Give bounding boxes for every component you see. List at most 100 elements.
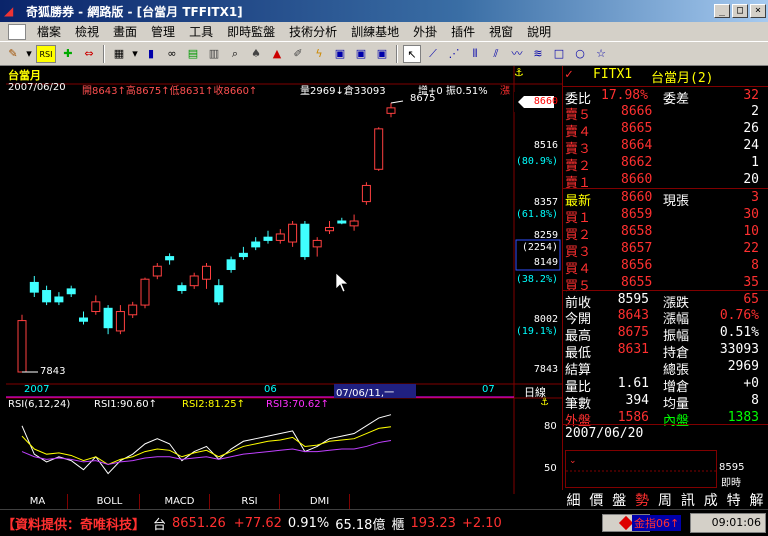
ask-row[interactable]: 賣５ 8666 2 xyxy=(563,103,768,123)
menu-manage[interactable]: 管理 xyxy=(144,23,182,40)
tab-trend[interactable]: 勢 xyxy=(635,490,649,510)
chart-svg[interactable]: 8660 8516 (80.9%) 8357(61.8%) 8259(2254) 8149… xyxy=(6,66,562,494)
tab-news[interactable]: 訊 xyxy=(681,490,695,510)
tab-plate[interactable]: 盤 xyxy=(612,490,626,510)
menu-training[interactable]: 訓練基地 xyxy=(344,23,406,40)
index-name: 台 xyxy=(153,517,167,533)
candle-body xyxy=(140,278,150,306)
level-qty: 22 xyxy=(743,241,759,256)
tab-rsi[interactable]: RSI xyxy=(220,494,280,509)
menu-plugin[interactable]: 外掛 xyxy=(406,23,444,40)
tab-macd[interactable]: MACD xyxy=(150,494,210,509)
window-title: 奇狐勝券 - 網路版 - [台當月 TFFITX1] xyxy=(26,4,243,19)
menu-help[interactable]: 說明 xyxy=(520,23,558,40)
menu-file[interactable]: 檔案 xyxy=(30,23,68,40)
box-icon[interactable]: □ xyxy=(550,45,568,63)
circle-icon[interactable]: ○ xyxy=(571,45,589,63)
tab-detail[interactable]: 細 xyxy=(566,490,580,510)
maximize-button[interactable]: □ xyxy=(732,4,748,18)
stat-value-2: 65 xyxy=(743,292,759,307)
wave2-icon[interactable]: ≋ xyxy=(529,45,547,63)
close-button[interactable]: × xyxy=(750,4,766,18)
pen-icon[interactable]: ✐ xyxy=(289,45,307,63)
menu-screen[interactable]: 畫面 xyxy=(106,23,144,40)
tab-explain[interactable]: 解 xyxy=(749,490,763,510)
ask-row[interactable]: 賣１ 8660 20 xyxy=(563,171,768,191)
menu-technical[interactable]: 技術分析 xyxy=(282,23,344,40)
bid-row[interactable]: 買４ 8656 8 xyxy=(563,257,768,277)
ask-row[interactable]: 賣３ 8664 24 xyxy=(563,137,768,157)
bid-row[interactable]: 買２ 8658 10 xyxy=(563,223,768,243)
bid-row[interactable]: 買３ 8657 22 xyxy=(563,240,768,260)
fan-icon[interactable]: ⋰ xyxy=(445,45,463,63)
bid-row[interactable]: 買１ 8659 30 xyxy=(563,206,768,226)
quote-date: 2007/06/20 xyxy=(565,426,644,441)
link-icon[interactable]: ∞ xyxy=(163,45,181,63)
search-icon[interactable]: ⌕ xyxy=(226,45,244,63)
candle-body xyxy=(214,285,224,303)
candle-body xyxy=(42,290,52,303)
rsi-button[interactable]: RSI xyxy=(36,44,56,63)
cursor-icon[interactable]: ↖ xyxy=(403,44,421,63)
mouse-cursor-icon xyxy=(335,272,349,293)
mini-chart-svg: ⌄ xyxy=(566,456,718,472)
menu-addon[interactable]: 插件 xyxy=(444,23,482,40)
window3-icon[interactable]: ▣ xyxy=(373,45,391,63)
wrench-icon[interactable]: ✎ xyxy=(4,45,22,63)
document-icon[interactable] xyxy=(8,23,26,40)
line-icon[interactable]: ⟋ xyxy=(424,45,442,63)
tab-dmi[interactable]: DMI xyxy=(290,494,350,509)
candlestick-series xyxy=(17,100,404,373)
rsi1-value: RSI1:90.60↑ xyxy=(94,399,157,410)
stat-value-2: 8 xyxy=(751,393,759,408)
minimize-button[interactable]: _ xyxy=(714,4,730,18)
book-icon[interactable]: ▥ xyxy=(205,45,223,63)
bid-row[interactable]: 買５ 8655 35 xyxy=(563,274,768,294)
menu-monitor[interactable]: 即時監盤 xyxy=(220,23,282,40)
tab-week[interactable]: 周 xyxy=(658,490,672,510)
window2-icon[interactable]: ▣ xyxy=(352,45,370,63)
tab-price[interactable]: 價 xyxy=(589,490,603,510)
star-icon[interactable]: ☆ xyxy=(592,45,610,63)
menu-view[interactable]: 檢視 xyxy=(68,23,106,40)
candle-body xyxy=(177,285,187,292)
menu-window[interactable]: 視窗 xyxy=(482,23,520,40)
parallel-icon[interactable]: ⫽ xyxy=(487,45,505,63)
candle-body xyxy=(300,223,310,258)
stat-value: 8643 xyxy=(617,308,649,323)
cross-icon[interactable]: ✚ xyxy=(59,45,77,63)
alarm-icon[interactable]: ▲ xyxy=(268,45,286,63)
tab-trade[interactable]: 成 xyxy=(704,490,718,510)
tab-special[interactable]: 特 xyxy=(727,490,741,510)
lines-icon[interactable]: ⦀ xyxy=(466,45,484,63)
hat-icon[interactable]: ♠ xyxy=(247,45,265,63)
dropdown-icon-2[interactable]: ▾ xyxy=(131,45,139,63)
bar-icon[interactable]: ▮ xyxy=(142,45,160,63)
bid-ratio-value: 17.98% xyxy=(601,88,648,103)
price-scale-label: 8357 xyxy=(534,197,558,208)
price-chart[interactable]: 8660 8516 (80.9%) 8357 (61.8%) 8259 (2254) 8149… xyxy=(6,66,562,494)
candle-body xyxy=(251,241,261,248)
candle-body xyxy=(386,107,396,114)
wave-icon[interactable]: 〰 xyxy=(508,45,526,63)
ask-row[interactable]: 賣４ 8665 26 xyxy=(563,120,768,140)
menu-tools[interactable]: 工具 xyxy=(182,23,220,40)
anchor-icon[interactable]: ⚓ xyxy=(514,66,524,79)
stat-value: 8675 xyxy=(617,325,649,340)
mini-chart[interactable]: ⌄ xyxy=(565,450,718,488)
swap-icon[interactable]: ⇔ xyxy=(80,45,98,63)
candle-body xyxy=(17,320,27,373)
level-qty: 8 xyxy=(751,258,759,273)
menu-bar: 檔案 檢視 畫面 管理 工具 即時監盤 技術分析 訓練基地 外掛 插件 視窗 說… xyxy=(0,22,768,42)
dropdown-icon[interactable]: ▾ xyxy=(25,45,33,63)
flash-icon[interactable]: ϟ xyxy=(310,45,328,63)
anchor-icon-2[interactable]: ⚓ xyxy=(540,397,549,408)
grid-icon[interactable]: ▦ xyxy=(110,45,128,63)
ask-row[interactable]: 賣２ 8662 1 xyxy=(563,154,768,174)
table-icon[interactable]: ▤ xyxy=(184,45,202,63)
tab-boll[interactable]: BOLL xyxy=(80,494,140,509)
candle-body xyxy=(226,259,236,271)
tab-ma[interactable]: MA xyxy=(8,494,68,509)
otc-value: 193.23 xyxy=(410,515,456,531)
window-icon[interactable]: ▣ xyxy=(331,45,349,63)
